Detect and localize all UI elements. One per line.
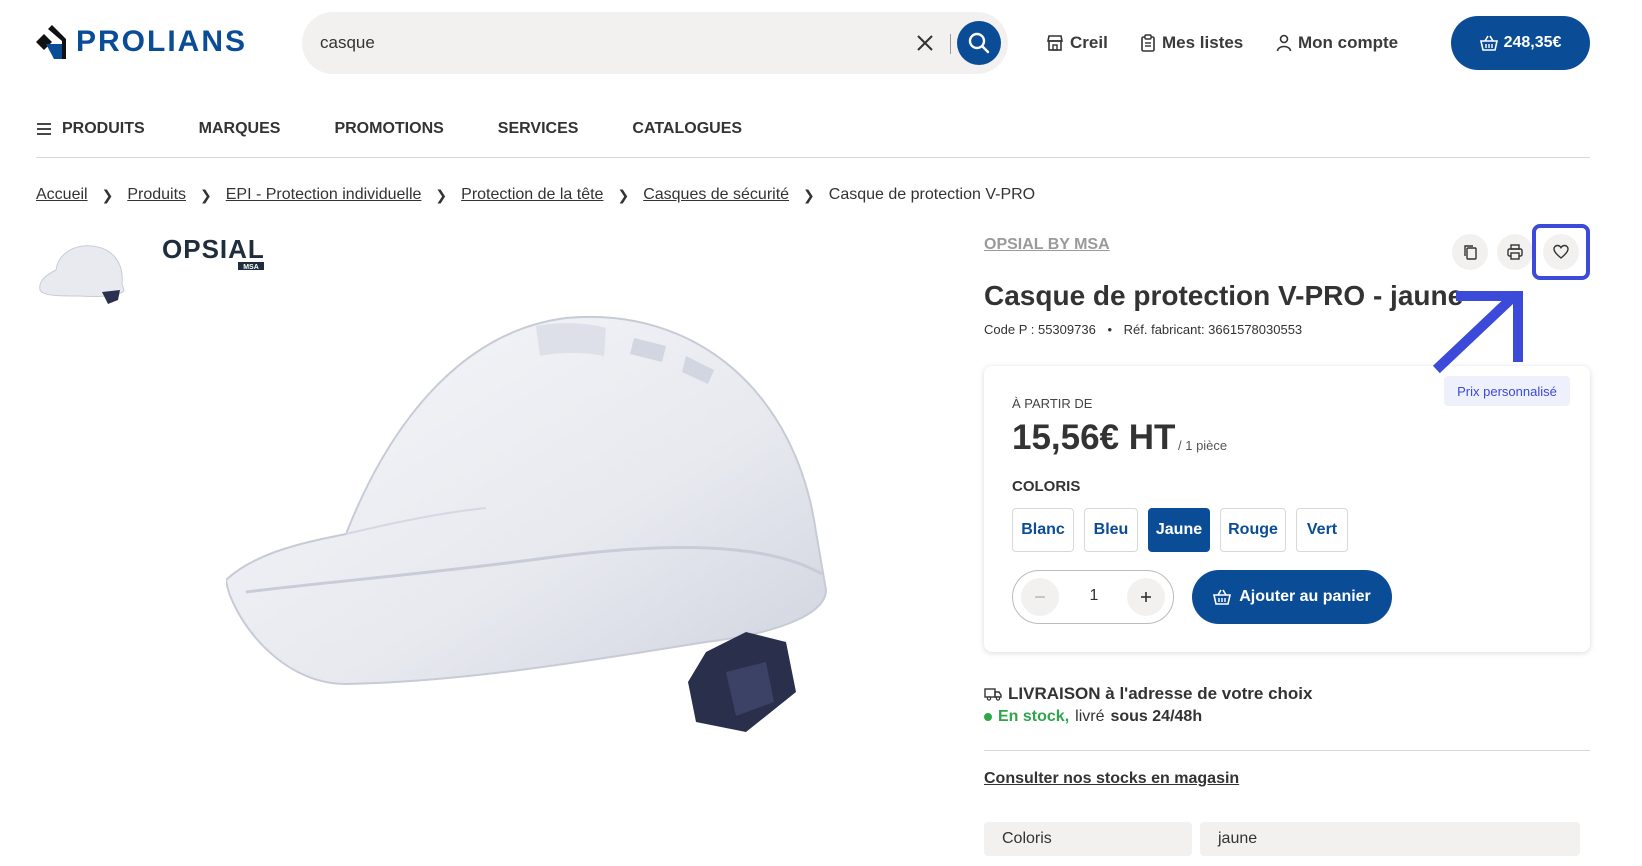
nav-label: MARQUES: [198, 120, 281, 137]
prolians-logo[interactable]: PROLIANS: [36, 24, 247, 60]
add-to-cart-label: Ajouter au panier: [1239, 588, 1371, 605]
lists-label: Mes listes: [1162, 33, 1244, 52]
chevron-right-icon: ❯: [200, 186, 212, 203]
color-option-jaune[interactable]: Jaune: [1148, 508, 1210, 552]
store-label: Creil: [1070, 33, 1108, 52]
search-button[interactable]: [957, 21, 1001, 65]
decrease-quantity-button[interactable]: [1021, 578, 1059, 616]
color-option-blanc[interactable]: Blanc: [1012, 508, 1074, 552]
lists-link[interactable]: Mes listes: [1140, 30, 1243, 56]
account-label: Mon compte: [1298, 33, 1399, 52]
account-link[interactable]: Mon compte: [1276, 30, 1398, 56]
spec-name: Coloris: [984, 822, 1192, 856]
clear-search-icon[interactable]: [912, 30, 938, 56]
color-option-rouge[interactable]: Rouge: [1220, 508, 1286, 552]
product-code: Code P : 55309736: [984, 322, 1096, 337]
nav-label: PROMOTIONS: [334, 120, 444, 137]
search-icon: [968, 32, 990, 54]
product-title: Casque de protection V-PRO - jaune: [984, 280, 1464, 311]
quantity-input[interactable]: [1067, 587, 1121, 605]
color-option-vert[interactable]: Vert: [1296, 508, 1348, 552]
stock-dot-icon: [984, 713, 992, 721]
store-link[interactable]: Creil: [1046, 30, 1108, 56]
manufacturer-ref: Réf. fabricant: 3661578030553: [1123, 322, 1303, 337]
breadcrumb-epi[interactable]: EPI - Protection individuelle: [226, 186, 422, 204]
logo-text: PROLIANS: [76, 25, 248, 58]
breadcrumb-current: Casque de protection V-PRO: [828, 186, 1036, 203]
cart-total: 248,35€: [1503, 34, 1562, 51]
stock-status: En stock, livré sous 24/48h: [984, 708, 1202, 726]
price-from-label: À PARTIR DE: [1012, 396, 1093, 411]
logo-mark-icon: [36, 25, 66, 59]
clipboard-icon: [1141, 34, 1155, 52]
brand-link[interactable]: OPSIAL BY MSA: [984, 236, 1110, 254]
print-button[interactable]: [1497, 234, 1533, 270]
nav-item-promotions[interactable]: PROMOTIONS: [334, 120, 443, 138]
nav-item-produits[interactable]: PRODUITS: [36, 120, 145, 138]
wishlist-highlight: [1532, 224, 1590, 280]
stock-delivered: livré: [1075, 708, 1105, 725]
minus-icon: [1035, 596, 1045, 598]
nav-divider: [36, 157, 1590, 158]
search-input[interactable]: [320, 30, 880, 56]
add-to-cart-button[interactable]: Ajouter au panier: [1192, 570, 1392, 624]
product-thumbnail[interactable]: [36, 240, 128, 310]
chevron-right-icon: ❯: [617, 186, 630, 203]
opsial-brand-logo: OPSIAL MSA: [162, 234, 265, 271]
product-price: 15,56€ HT: [1012, 418, 1176, 457]
plus-icon: [1141, 592, 1151, 602]
breadcrumb: Accueil ❯ Produits ❯ EPI - Protection in…: [36, 186, 1035, 204]
delivery-divider: [984, 750, 1590, 751]
truck-icon: [984, 688, 1002, 701]
copy-icon: [1464, 245, 1477, 260]
price-unit: / 1 pièce: [1178, 438, 1228, 453]
chevron-right-icon: ❯: [803, 186, 815, 203]
basket-icon: [1479, 35, 1498, 51]
menu-icon: [37, 123, 51, 135]
cart-button[interactable]: 248,35€: [1451, 16, 1590, 70]
nav-item-marques[interactable]: MARQUES: [199, 120, 281, 138]
product-codes: Code P : 55309736 • Réf. fabricant: 3661…: [984, 322, 1302, 337]
delivery-title: LIVRAISON à l'adresse de votre choix: [984, 684, 1312, 704]
stock-label: En stock,: [998, 708, 1070, 725]
quantity-stepper: [1012, 570, 1174, 624]
nav-item-catalogues[interactable]: CATALOGUES: [632, 120, 742, 138]
copy-button[interactable]: [1452, 234, 1488, 270]
printer-icon: [1507, 244, 1523, 260]
brand-logo-sub: MSA: [243, 264, 259, 271]
nav-label: CATALOGUES: [632, 120, 743, 137]
arrow-up-right-icon: [1432, 290, 1523, 374]
colors-label: COLORIS: [1012, 478, 1081, 495]
nav-label: PRODUITS: [62, 120, 145, 137]
nav-label: SERVICES: [497, 120, 579, 137]
spec-value: jaune: [1200, 822, 1580, 856]
stock-delay: sous 24/48h: [1110, 708, 1203, 725]
chevron-right-icon: ❯: [101, 186, 114, 203]
search-bar: [302, 12, 1008, 74]
main-nav: PRODUITS MARQUES PROMOTIONS SERVICES CAT…: [36, 116, 742, 142]
brand-logo-text: OPSIAL: [162, 234, 265, 264]
breadcrumb-accueil[interactable]: Accueil: [36, 186, 88, 204]
store-icon: [1047, 35, 1063, 51]
chevron-right-icon: ❯: [435, 186, 448, 203]
delivery-title-text: LIVRAISON à l'adresse de votre choix: [1008, 684, 1313, 703]
nav-item-services[interactable]: SERVICES: [498, 120, 579, 138]
breadcrumb-protection-tete[interactable]: Protection de la tête: [461, 186, 603, 204]
color-option-bleu[interactable]: Bleu: [1084, 508, 1138, 552]
breadcrumb-casques[interactable]: Casques de sécurité: [643, 186, 789, 204]
user-icon: [1276, 34, 1292, 52]
search-separator: [950, 34, 951, 54]
breadcrumb-produits[interactable]: Produits: [127, 186, 186, 204]
basket-icon: [1213, 589, 1232, 605]
personalized-price-tooltip: Prix personnalisé: [1444, 376, 1570, 406]
helmet-product-image[interactable]: [226, 312, 866, 782]
increase-quantity-button[interactable]: [1127, 578, 1165, 616]
code-separator: •: [1107, 322, 1112, 337]
price-card: À PARTIR DE 15,56€ HT / 1 pièce COLORIS …: [984, 366, 1590, 652]
store-stock-link[interactable]: Consulter nos stocks en magasin: [984, 770, 1239, 788]
